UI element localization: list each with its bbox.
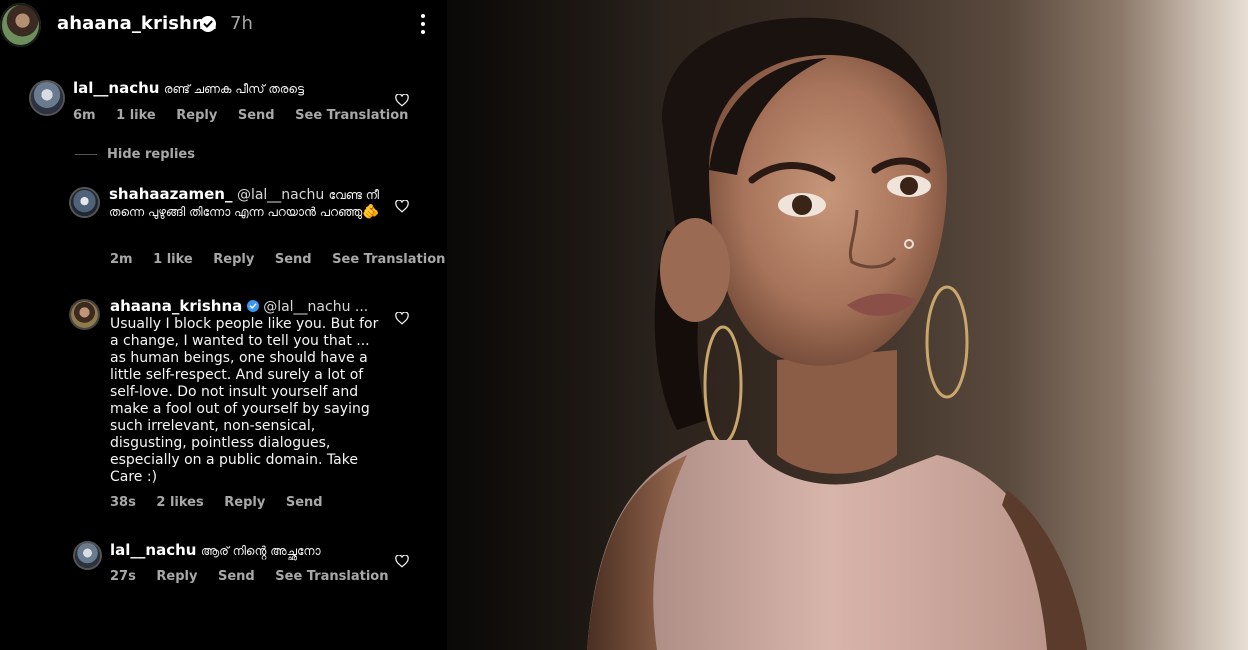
divider-line (75, 154, 97, 155)
comments-panel: ahaana_krishna 7h lal__nachu രണ്ട് ചണക പ… (0, 0, 447, 650)
pointing-emoji-icon: 🫵 (362, 204, 380, 220)
verified-badge-icon (200, 16, 216, 32)
reply-button[interactable]: Reply (213, 252, 254, 267)
comment-username[interactable]: lal__nachu (110, 541, 196, 559)
commenter-avatar[interactable] (31, 82, 63, 114)
comment-time: 38s (110, 495, 136, 510)
comment-time: 27s (110, 569, 136, 584)
portrait-photo (447, 0, 1248, 650)
comment-body: രണ്ട് ചണക പീസ് തരട്ടെ (163, 82, 304, 96)
comment-meta: 2m 1 like Reply Send See Translation (110, 252, 461, 267)
comment-time: 6m (73, 108, 96, 123)
post-header: ahaana_krishna 7h (0, 0, 447, 50)
like-heart-icon[interactable] (395, 94, 409, 107)
commenter-avatar[interactable] (71, 301, 98, 328)
verified-badge-icon (246, 300, 259, 312)
send-button[interactable]: Send (218, 569, 255, 584)
comment-text: lal__nachu ആര് നിൻ്റെ അച്ഛനോ (110, 542, 385, 560)
comment-text: ahaana_krishna @lal__nachu ... Usually I… (110, 298, 385, 486)
like-heart-icon[interactable] (395, 555, 409, 568)
reply-button[interactable]: Reply (176, 108, 217, 123)
send-button[interactable]: Send (286, 495, 323, 510)
see-translation-button[interactable]: See Translation (295, 108, 408, 123)
like-heart-icon[interactable] (395, 200, 409, 213)
comment-meta: 38s 2 likes Reply Send (110, 495, 339, 510)
send-button[interactable]: Send (275, 252, 312, 267)
comment-meta: 27s Reply Send See Translation (110, 569, 405, 584)
comment-text: lal__nachu രണ്ട് ചണക പീസ് തരട്ടെ (73, 80, 383, 98)
comment-username[interactable]: ahaana_krishna (110, 297, 242, 315)
comment-username[interactable]: lal__nachu (73, 79, 159, 97)
send-button[interactable]: Send (238, 108, 275, 123)
comment-likes[interactable]: 1 like (116, 108, 156, 123)
commenter-avatar[interactable] (71, 189, 98, 216)
comment-likes[interactable]: 1 like (153, 252, 193, 267)
like-heart-icon[interactable] (395, 312, 409, 325)
comment-mention[interactable]: @lal__nachu ... (263, 299, 368, 315)
see-translation-button[interactable]: See Translation (332, 252, 445, 267)
hide-replies-button[interactable]: Hide replies (75, 147, 195, 162)
comment-username[interactable]: shahaazamen_ (109, 185, 233, 203)
comment-body: Usually I block people like you. But for… (110, 316, 379, 485)
comment-mention[interactable]: @lal__nachu (237, 187, 324, 203)
header-username[interactable]: ahaana_krishna (57, 13, 217, 34)
comment-likes[interactable]: 2 likes (156, 495, 203, 510)
more-options-icon[interactable] (413, 12, 433, 38)
hide-replies-label: Hide replies (107, 147, 195, 162)
comment-body: ആര് നിൻ്റെ അച്ഛനോ (200, 544, 321, 558)
post-time: 7h (230, 13, 253, 34)
commenter-avatar[interactable] (75, 543, 100, 568)
portrait-illustration (587, 17, 1087, 650)
reply-button[interactable]: Reply (156, 569, 197, 584)
see-translation-button[interactable]: See Translation (275, 569, 388, 584)
profile-avatar[interactable] (0, 3, 41, 47)
reply-button[interactable]: Reply (224, 495, 265, 510)
comment-text: shahaazamen_ @lal__nachu വേണ്ട നീ തന്നെ … (109, 186, 384, 221)
comment-meta: 6m 1 like Reply Send See Translation (73, 108, 424, 123)
comment-time: 2m (110, 252, 133, 267)
